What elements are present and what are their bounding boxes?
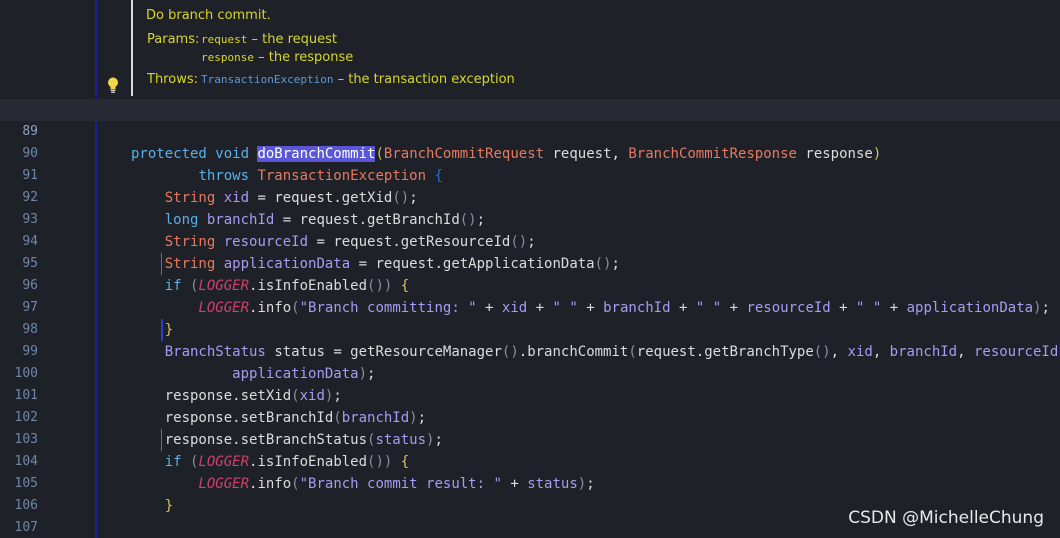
documentation-popup: Do branch commit. Params: request – the … bbox=[131, 0, 1060, 96]
doc-summary: Do branch commit. bbox=[146, 8, 271, 23]
code-line[interactable]: 95 if (LOGGER.isInfoEnabled()) { bbox=[0, 231, 1060, 294]
code-line[interactable]: 94 String applicationData = request.getA… bbox=[0, 209, 1060, 272]
doc-param-desc: – the response bbox=[253, 50, 354, 65]
code-line[interactable]: 103 if (LOGGER.isInfoEnabled()) { bbox=[0, 407, 1060, 470]
code-line[interactable]: 89 protected void doBranchCommit(BranchC… bbox=[0, 99, 1060, 162]
code-line[interactable]: 102 response.setBranchStatus(status); bbox=[0, 385, 1060, 448]
doc-throws-link[interactable]: TransactionException bbox=[201, 73, 333, 86]
code-line[interactable]: 97 } bbox=[0, 275, 1060, 338]
code-line[interactable]: 101 response.setBranchId(branchId); bbox=[0, 363, 1060, 426]
lightbulb-icon[interactable] bbox=[106, 76, 120, 94]
doc-params-label: Params: bbox=[147, 32, 200, 47]
doc-param-name: response bbox=[201, 51, 254, 64]
doc-param-response: response – the response bbox=[201, 50, 353, 65]
code-line[interactable]: 106 bbox=[0, 473, 1060, 513]
watermark: CSDN @MichelleChung bbox=[848, 508, 1044, 528]
code-line[interactable]: 92 long branchId = request.getBranchId()… bbox=[0, 165, 1060, 228]
code-line[interactable]: 98 BranchStatus status = getResourceMana… bbox=[0, 297, 1060, 360]
code-line[interactable]: 90 throws TransactionException { bbox=[0, 121, 1060, 184]
code-line[interactable]: 105 } bbox=[0, 451, 1060, 514]
doc-throws-item: TransactionException – the transaction e… bbox=[201, 72, 515, 87]
code-line[interactable]: 93 String resourceId = request.getResour… bbox=[0, 187, 1060, 250]
code-line[interactable]: 100 response.setXid(xid); bbox=[0, 341, 1060, 404]
code-line[interactable]: 99 applicationData); bbox=[0, 319, 1060, 382]
doc-param-request: request – the request bbox=[201, 32, 337, 47]
doc-param-desc: – the request bbox=[247, 32, 338, 47]
doc-throws-desc: – the transaction exception bbox=[333, 72, 515, 87]
doc-throws-label: Throws: bbox=[147, 72, 198, 87]
code-line[interactable]: 104 LOGGER.info("Branch commit result: "… bbox=[0, 429, 1060, 492]
code-editor[interactable]: Do branch commit. Params: request – the … bbox=[0, 0, 1060, 538]
doc-param-name: request bbox=[201, 33, 248, 46]
code-line[interactable]: 91 String xid = request.getXid(); bbox=[0, 143, 1060, 206]
code-line[interactable]: 96 LOGGER.info("Branch committing: " + x… bbox=[0, 253, 1060, 316]
